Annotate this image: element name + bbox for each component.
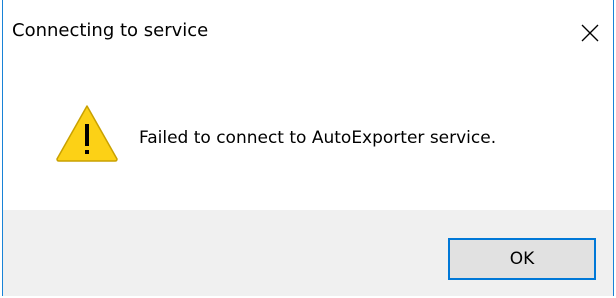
window-title: Connecting to service	[12, 20, 209, 41]
ok-button[interactable]: OK	[448, 238, 596, 280]
error-message: Failed to connect to AutoExporter servic…	[139, 128, 497, 148]
title-bar[interactable]: Connecting to service	[3, 0, 613, 66]
close-button[interactable]	[567, 0, 613, 66]
close-icon	[581, 24, 599, 42]
message-dialog: Connecting to service Failed to connect …	[2, 0, 614, 296]
dialog-content: Failed to connect to AutoExporter servic…	[3, 66, 613, 210]
warning-icon	[56, 105, 118, 162]
button-bar: OK	[3, 210, 613, 296]
